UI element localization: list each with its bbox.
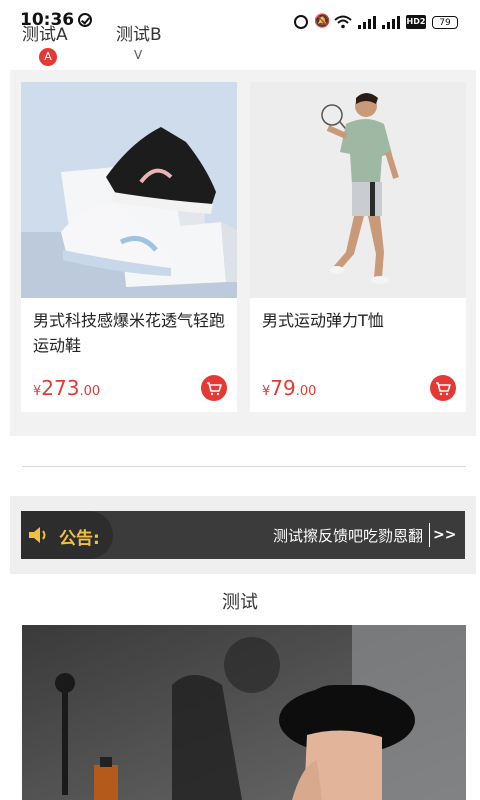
notice-label-area: 公告: [21,511,113,559]
product-price: ¥79.00 [262,376,316,400]
product-card[interactable]: 男式运动弹力T恤 ¥79.00 [250,82,466,412]
price-decimal: .00 [295,384,317,399]
battery-icon: 79 [432,15,458,29]
check-circle-icon [78,13,92,27]
banner-image[interactable] [22,625,466,800]
notice-more-button[interactable]: >> [433,527,456,543]
price-integer: 79 [270,376,296,400]
add-to-cart-button[interactable] [201,375,227,401]
tab-test-b[interactable]: 测试B [116,20,162,45]
notice-section: 公告: 测试擦反馈吧吃勠恩翻 >> [10,496,476,574]
hd-icon: HD2 [406,15,426,29]
tab-test-a[interactable]: 测试A [22,20,68,45]
price-decimal: .00 [79,384,101,399]
status-icons: 🔕 HD2 79 [294,14,458,30]
signal-4g-icon [382,15,400,29]
product-image-tshirt[interactable] [250,82,466,298]
wifi-icon [334,15,352,29]
notice-bar[interactable]: 公告: 测试擦反馈吧吃勠恩翻 >> [21,511,465,559]
mute-icon: 🔕 [314,14,331,29]
product-card[interactable]: 男式科技感爆米花透气轻跑运动鞋 ¥273.00 [21,82,237,412]
section-title: 测试 [222,592,258,613]
alarm-icon [294,15,308,29]
notice-text: 测试擦反馈吧吃勠恩翻 [273,527,424,545]
product-price: ¥273.00 [33,376,100,400]
add-to-cart-button[interactable] [430,375,456,401]
text-cursor [429,523,430,547]
product-grid: 男式科技感爆米花透气轻跑运动鞋 ¥273.00 男式运动弹力T恤 ¥79.00 [10,70,476,436]
product-name[interactable]: 男式运动弹力T恤 [262,308,458,333]
tab-b-indicator: V [134,48,143,62]
speaker-icon [29,527,46,543]
cart-icon [436,382,451,396]
section-divider [22,466,466,467]
signal-4g-icon [358,15,376,29]
product-image-sneakers[interactable] [21,82,237,298]
price-integer: 273 [41,376,80,400]
notice-label: 公告: [59,529,100,549]
tab-a-badge: A [39,48,57,66]
product-name[interactable]: 男式科技感爆米花透气轻跑运动鞋 [33,308,229,358]
cart-icon [207,382,222,396]
status-bar: 10:36 🔕 HD2 79 [0,0,480,40]
